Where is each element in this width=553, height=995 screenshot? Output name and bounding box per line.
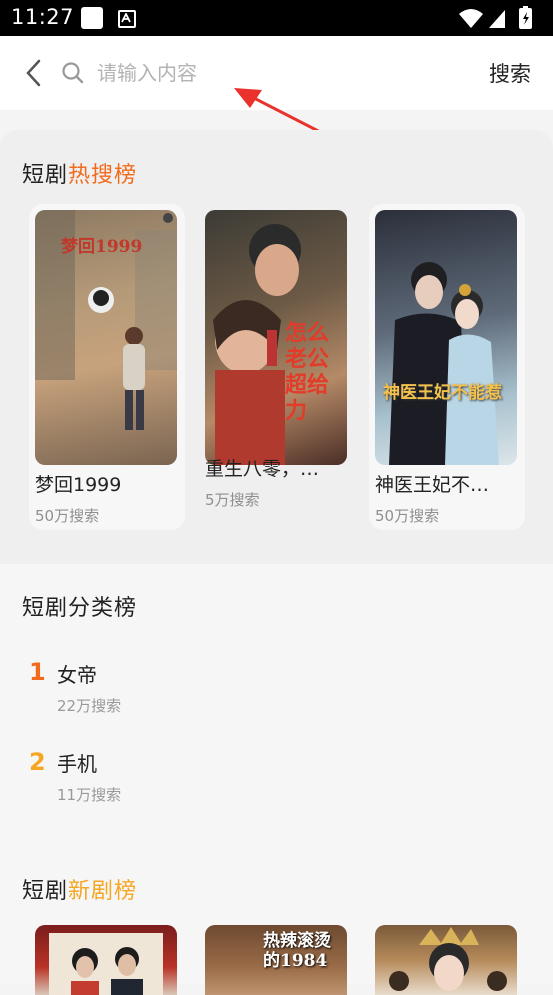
ranking-item-name: 女帝 <box>57 663 97 687</box>
new-drama-section: 短剧新剧榜 热辣滚烫的1984 <box>0 842 553 995</box>
notification-a-icon <box>118 10 136 28</box>
rank-number: 1 <box>29 658 46 686</box>
poster-title-text: 梦回1999 <box>61 237 143 257</box>
rank-number: 2 <box>29 748 46 776</box>
signal-icon <box>489 10 505 28</box>
drama-title: 梦回1999 <box>35 474 122 496</box>
ranking-item-count: 11万搜索 <box>57 786 122 804</box>
new-section-title: 短剧新剧榜 <box>22 873 137 905</box>
poster-title-text: 神医王妃不能惹 <box>383 383 502 403</box>
drama-poster[interactable]: 神医王妃不能惹 <box>375 210 517 465</box>
new-drama-poster[interactable] <box>375 925 517 995</box>
back-arrow-icon[interactable] <box>22 58 44 92</box>
hot-section-title: 短剧热搜榜 <box>22 157 137 189</box>
drama-card[interactable]: 神医王妃不能惹 神医王妃不… 50万搜索 <box>369 204 525 530</box>
new-drama-poster[interactable] <box>35 925 177 995</box>
ranking-item-count: 22万搜索 <box>57 697 122 715</box>
drama-card[interactable]: 怎么老公超给力 重生八零，… 5万搜索 <box>199 204 355 522</box>
status-bar: 11:27 <box>0 0 553 36</box>
drama-poster[interactable]: 梦回1999 <box>35 210 177 465</box>
search-button[interactable]: 搜索 <box>489 58 531 88</box>
new-drama-poster[interactable]: 热辣滚烫的1984 <box>205 925 347 995</box>
new-title-highlight: 新剧榜 <box>68 879 138 904</box>
status-icons <box>457 6 541 34</box>
hot-title-highlight: 热搜榜 <box>68 163 138 188</box>
status-time: 11:27 <box>11 5 75 29</box>
category-section-title: 短剧分类榜 <box>22 596 138 621</box>
wifi-icon <box>459 9 483 28</box>
poster-title-text: 怎么老公超给力 <box>285 320 330 424</box>
battery-icon <box>519 6 532 29</box>
drama-title: 重生八零，… <box>205 458 320 480</box>
drama-poster[interactable]: 怎么老公超给力 <box>205 210 347 465</box>
hot-title-prefix: 短剧 <box>22 163 69 188</box>
new-title-prefix: 短剧 <box>22 879 69 904</box>
search-icon <box>61 61 85 89</box>
drama-search-count: 5万搜索 <box>205 491 260 509</box>
hot-search-section: 短剧热搜榜 梦回1999 梦回1999 50万搜索 怎么老公超给力 重生八零，…… <box>0 130 553 564</box>
category-ranking-section: 短剧分类榜 1 女帝 22万搜索 2 手机 11万搜索 <box>0 564 553 842</box>
drama-card[interactable]: 梦回1999 梦回1999 50万搜索 <box>29 204 185 530</box>
drama-search-count: 50万搜索 <box>35 507 100 525</box>
drama-title: 神医王妃不… <box>375 474 490 496</box>
poster-title-text: 热辣滚烫的1984 <box>263 931 331 971</box>
drama-search-count: 50万搜索 <box>375 507 440 525</box>
notification-square-icon <box>81 7 103 29</box>
ranking-item-name: 手机 <box>57 752 97 776</box>
